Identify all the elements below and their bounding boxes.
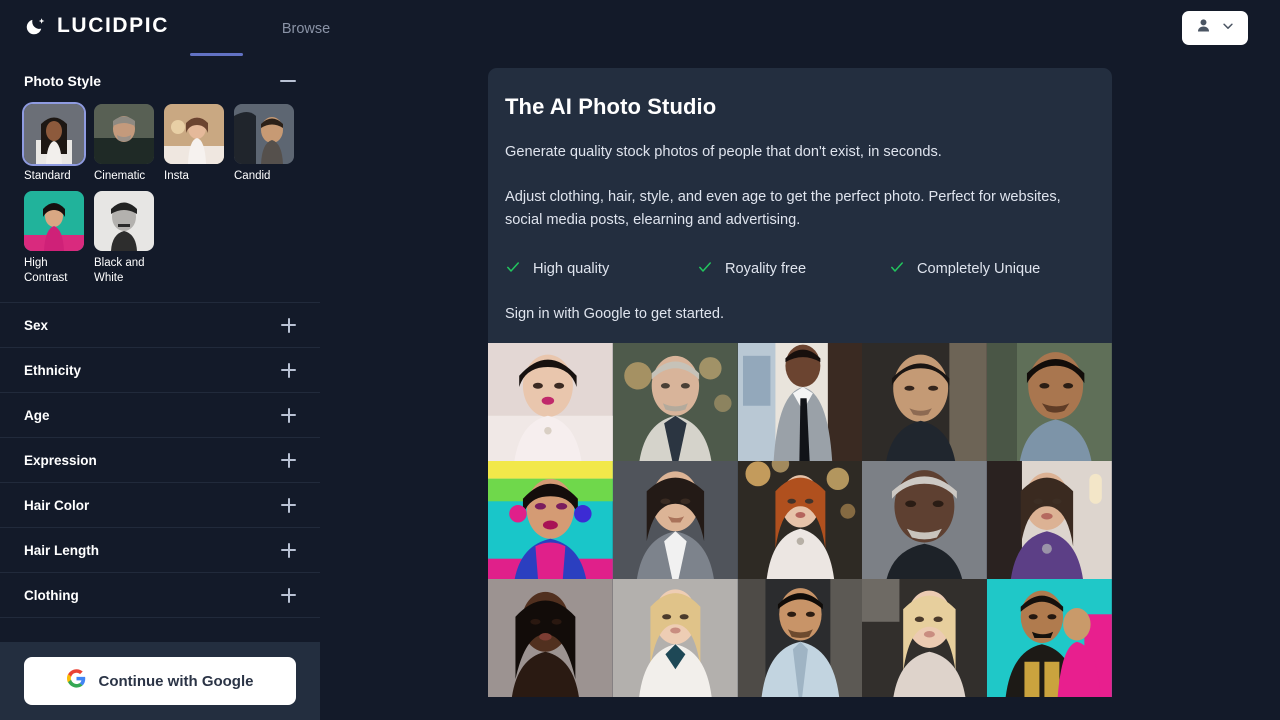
gallery-photo-young-man-blue-shirt[interactable] — [737, 579, 863, 697]
account-menu-button[interactable] — [1182, 11, 1248, 45]
gallery-photo-man-teal-background[interactable] — [987, 579, 1112, 697]
photo-style-header[interactable]: Photo Style — [24, 58, 296, 104]
filters-sidebar: Photo Style Standard Cinematic Insta Can… — [0, 58, 320, 720]
gallery-photo-black-man-suit-tie[interactable] — [737, 343, 863, 461]
accordion-label-sex: Sex — [24, 317, 49, 333]
accordion-item-hair-length[interactable]: Hair Length — [0, 528, 320, 574]
plus-icon[interactable] — [281, 407, 296, 423]
gallery-photo-brunette-woman-purple[interactable] — [987, 461, 1112, 579]
chevron-down-icon — [1221, 19, 1235, 38]
person-icon — [1195, 17, 1212, 39]
brand-name: LUCIDPIC — [57, 14, 169, 37]
plus-icon[interactable] — [281, 452, 296, 468]
moon-sparkle-icon — [26, 15, 48, 37]
feature-royality-free: Royality free — [697, 259, 889, 280]
nav-tabs: Create Browse — [190, 0, 345, 58]
gallery-photo-south-asian-man[interactable] — [987, 343, 1112, 461]
check-icon — [889, 259, 905, 280]
plus-icon[interactable] — [281, 497, 296, 513]
style-label-candid: Candid — [234, 170, 271, 182]
feature-label-high-quality: High quality — [533, 261, 610, 278]
continue-with-google-button[interactable]: Continue with Google — [24, 657, 296, 705]
sidebar-footer: Continue with Google — [0, 642, 320, 720]
tab-create[interactable]: Create — [190, 0, 243, 58]
plus-icon[interactable] — [281, 587, 296, 603]
style-option-candid[interactable]: Candid — [234, 104, 294, 183]
style-thumb-candid — [234, 104, 294, 164]
accordion-label-clothing: Clothing — [24, 587, 79, 603]
feature-completely-unique: Completely Unique — [889, 259, 1040, 280]
photo-style-options: Standard Cinematic Insta Candid High Con… — [24, 104, 296, 293]
minus-icon[interactable] — [280, 80, 296, 82]
accordion-label-hair-color: Hair Color — [24, 497, 90, 513]
style-option-standard[interactable]: Standard — [24, 104, 84, 183]
style-option-black-and-white[interactable]: Black and White — [94, 191, 154, 285]
style-label-high-contrast: High Contrast — [24, 257, 68, 284]
google-button-label: Continue with Google — [98, 672, 254, 690]
style-option-insta[interactable]: Insta — [164, 104, 224, 183]
gallery-photo-asian-woman-bridal[interactable] — [488, 343, 613, 461]
photo-style-panel: Photo Style Standard Cinematic Insta Can… — [0, 58, 320, 293]
signin-hint-text: Sign in with Google to get started. — [505, 305, 725, 322]
style-label-standard: Standard — [24, 170, 71, 182]
photo-style-title: Photo Style — [24, 73, 102, 89]
gallery-photo-blonde-woman-knit[interactable] — [862, 579, 988, 697]
gallery-photo-black-woman-curly-hair[interactable] — [488, 579, 613, 697]
plus-icon[interactable] — [281, 542, 296, 558]
accordion-item-hair-color[interactable]: Hair Color — [0, 483, 320, 529]
gallery-photo-older-white-man-suit[interactable] — [612, 343, 738, 461]
style-option-high-contrast[interactable]: High Contrast — [24, 191, 84, 285]
gallery-photo-older-black-man[interactable] — [862, 461, 988, 579]
hero-paragraph-1: Generate quality stock photos of people … — [505, 144, 942, 160]
check-icon — [505, 259, 521, 280]
filter-accordion: Sex Ethnicity Age Expression Hair Color … — [0, 302, 320, 619]
accordion-item-expression[interactable]: Expression — [0, 438, 320, 484]
sample-photo-grid — [488, 343, 1112, 697]
accordion-label-expression: Expression — [24, 452, 97, 468]
hero-card: The AI Photo Studio Generate quality sto… — [488, 68, 1112, 343]
gallery-photo-blonde-woman-white-top[interactable] — [612, 579, 738, 697]
accordion-label-age: Age — [24, 407, 50, 423]
accordion-item-sex[interactable]: Sex — [0, 303, 320, 349]
feature-label-royality-free: Royality free — [725, 261, 807, 278]
plus-icon[interactable] — [281, 362, 296, 378]
accordion-item-age[interactable]: Age — [0, 393, 320, 439]
style-thumb-standard — [24, 104, 84, 164]
feature-high-quality: High quality — [505, 259, 697, 280]
app-root: LUCIDPIC Create Browse Photo — [0, 0, 1280, 720]
page-title: The AI Photo Studio — [505, 94, 717, 119]
style-label-cinematic: Cinematic — [94, 170, 146, 182]
tab-browse[interactable]: Browse — [267, 0, 345, 58]
style-thumb-insta — [164, 104, 224, 164]
gallery-photo-older-asian-man[interactable] — [862, 343, 988, 461]
gallery-photo-woman-colorful-makeup[interactable] — [488, 461, 613, 579]
gallery-photo-redhead-woman[interactable] — [737, 461, 863, 579]
plus-icon[interactable] — [281, 317, 296, 333]
feature-list: High quality Royality free Completely Un… — [505, 259, 1095, 280]
accordion-label-ethnicity: Ethnicity — [24, 362, 82, 378]
brand-logo[interactable]: LUCIDPIC — [26, 14, 169, 38]
accordion-label-hair-length: Hair Length — [24, 542, 100, 558]
check-icon — [697, 259, 713, 280]
style-label-black-and-white: Black and White — [94, 257, 145, 284]
accordion-item-ethnicity[interactable]: Ethnicity — [0, 348, 320, 394]
style-label-insta: Insta — [164, 170, 189, 182]
app-header: LUCIDPIC Create Browse — [0, 0, 1280, 58]
accordion-item-clothing[interactable]: Clothing — [0, 573, 320, 619]
hero-paragraph-2: Adjust clothing, hair, style, and even a… — [505, 188, 1061, 229]
style-thumb-black-and-white — [94, 191, 154, 252]
style-thumb-high-contrast — [24, 191, 84, 252]
active-tab-indicator — [190, 53, 243, 56]
google-g-icon — [66, 669, 86, 693]
style-thumb-cinematic — [94, 104, 154, 164]
gallery-photo-asian-businesswoman[interactable] — [612, 461, 738, 579]
style-option-cinematic[interactable]: Cinematic — [94, 104, 154, 183]
feature-label-completely-unique: Completely Unique — [917, 261, 1041, 278]
